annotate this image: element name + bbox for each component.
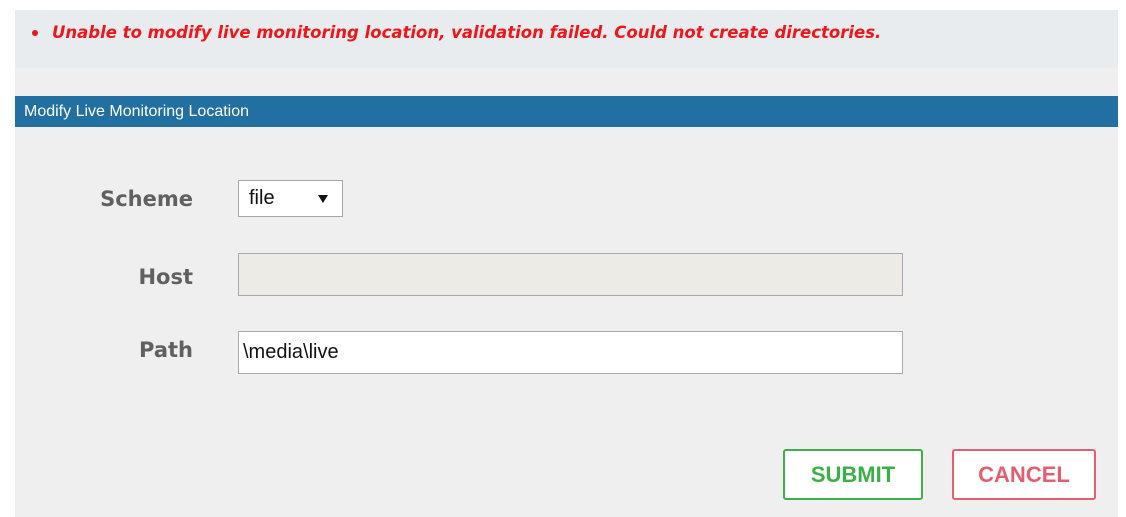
host-input <box>238 253 903 296</box>
page: Unable to modify live monitoring locatio… <box>0 0 1126 517</box>
panel-header: Modify Live Monitoring Location <box>15 96 1118 127</box>
scheme-label: Scheme <box>100 187 193 211</box>
error-message-bar: Unable to modify live monitoring locatio… <box>15 10 1118 68</box>
error-message-text: Unable to modify live monitoring locatio… <box>52 23 882 42</box>
scheme-select[interactable]: file <box>238 180 343 217</box>
modify-location-panel: Modify Live Monitoring Location Scheme f… <box>15 68 1118 517</box>
error-message-item: Unable to modify live monitoring locatio… <box>32 23 881 42</box>
panel-title: Modify Live Monitoring Location <box>24 103 250 120</box>
path-label: Path <box>139 338 193 362</box>
scheme-select-value: file <box>249 187 275 209</box>
dropdown-arrow-icon <box>318 195 328 203</box>
path-input[interactable] <box>238 331 903 374</box>
cancel-button[interactable]: CANCEL <box>952 449 1096 500</box>
submit-button[interactable]: SUBMIT <box>783 449 923 500</box>
bullet-icon <box>32 29 38 36</box>
host-label: Host <box>138 265 193 289</box>
